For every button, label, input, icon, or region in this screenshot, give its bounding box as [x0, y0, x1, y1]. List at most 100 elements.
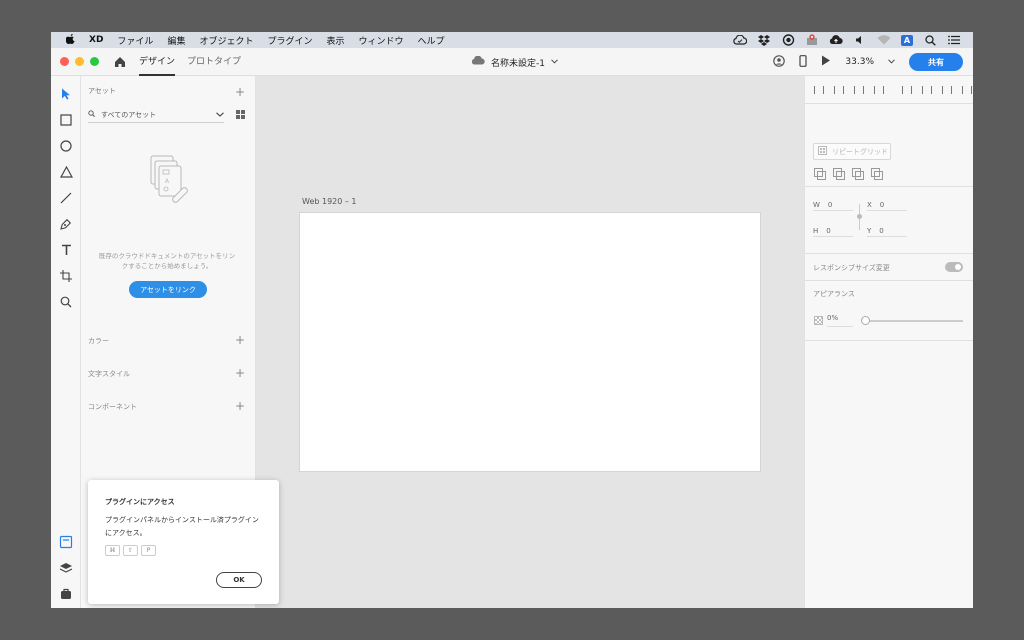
align-right-icon[interactable] [941, 85, 952, 95]
add-boolean-icon[interactable] [814, 168, 826, 180]
divider [805, 280, 973, 281]
add-character-style-icon[interactable]: + [235, 367, 245, 379]
cloud-upload-icon[interactable] [829, 34, 843, 46]
align-center-icon[interactable] [921, 85, 932, 95]
minimize-window-button[interactable] [75, 57, 84, 66]
align-middle-icon[interactable] [833, 85, 844, 95]
asset-filter[interactable]: すべてのアセット [88, 107, 224, 123]
zoom-tool-icon[interactable] [58, 294, 74, 310]
menu-edit[interactable]: 編集 [167, 34, 185, 47]
intersect-boolean-icon[interactable] [852, 168, 864, 180]
assets-empty-message: 既存のクラウドドキュメントのアセットをリンクすることから始めましょう。 [98, 252, 236, 270]
control-center-icon[interactable] [947, 34, 961, 46]
align-top-icon[interactable] [813, 85, 824, 95]
share-button[interactable]: 共有 [909, 53, 963, 71]
line-tool-icon[interactable] [58, 190, 74, 206]
width-field[interactable]: W 0 [813, 199, 853, 211]
assets-panel-icon[interactable] [59, 534, 73, 549]
opacity-slider-track[interactable] [863, 320, 963, 322]
height-field[interactable]: H 0 [813, 225, 853, 237]
shift-key: ⇧ [123, 545, 138, 556]
height-value[interactable]: 0 [826, 227, 830, 235]
x-field[interactable]: X 0 [867, 199, 907, 211]
input-source-icon[interactable]: A [901, 34, 913, 46]
close-window-button[interactable] [60, 57, 69, 66]
exclude-boolean-icon[interactable] [871, 168, 883, 180]
distribute-horizontal-icon[interactable] [961, 85, 972, 95]
x-value[interactable]: 0 [880, 201, 884, 209]
add-component-icon[interactable]: + [235, 400, 245, 412]
y-field[interactable]: Y 0 [867, 225, 907, 237]
menu-app-name[interactable]: XD [89, 35, 103, 45]
y-label: Y [867, 226, 872, 235]
assets-header: アセット [88, 87, 116, 95]
align-bottom-icon[interactable] [853, 85, 864, 95]
polygon-tool-icon[interactable] [58, 164, 74, 180]
menu-plugins[interactable]: プラグイン [267, 34, 312, 47]
menu-file[interactable]: ファイル [117, 34, 153, 47]
width-value[interactable]: 0 [828, 201, 832, 209]
align-left-icon[interactable] [901, 85, 912, 95]
add-asset-icon[interactable]: + [235, 86, 245, 98]
zoom-window-button[interactable] [90, 57, 99, 66]
device-preview-icon[interactable] [799, 54, 808, 70]
coediting-user-icon[interactable] [773, 54, 786, 70]
home-icon[interactable] [113, 55, 127, 69]
y-value[interactable]: 0 [879, 227, 883, 235]
p-key: P [141, 545, 156, 556]
distribute-vertical-icon[interactable] [873, 85, 884, 95]
menu-view[interactable]: 表示 [326, 34, 344, 47]
zoom-chevron-icon[interactable] [888, 57, 895, 67]
apple-icon[interactable] [64, 33, 75, 47]
property-inspector: リピートグリッド W 0 H 0 X 0 Y 0 レスポンシブサイズ変更 アピア… [804, 76, 973, 608]
artboard-tool-icon[interactable] [58, 268, 74, 284]
ellipse-tool-icon[interactable] [58, 138, 74, 154]
alert-icon[interactable] [805, 34, 819, 46]
grid-view-icon[interactable] [236, 110, 245, 119]
zoom-level[interactable]: 33.3% [845, 57, 874, 67]
artboard-label[interactable]: Web 1920 – 1 [302, 197, 357, 206]
play-preview-icon[interactable] [821, 55, 831, 69]
plugins-panel-icon[interactable] [59, 586, 73, 600]
title-bar: デザイン プロトタイプ 名称未設定-1 33.3% 共有 [51, 48, 973, 76]
add-color-icon[interactable]: + [235, 334, 245, 346]
tab-design[interactable]: デザイン [139, 48, 176, 76]
shortcut-keys: ⌘ ⇧ P [105, 545, 156, 556]
opacity-slider-handle[interactable] [861, 316, 870, 325]
text-tool-icon[interactable] [58, 242, 74, 258]
height-label: H [813, 226, 819, 235]
responsive-resize-label: レスポンシブサイズ変更 [813, 264, 890, 272]
subtract-boolean-icon[interactable] [833, 168, 845, 180]
xd-window: XD ファイル 編集 オブジェクト プラグイン 表示 ウィンドウ ヘルプ A デ… [51, 32, 973, 608]
search-icon [88, 110, 95, 119]
wifi-icon[interactable] [877, 34, 891, 46]
ok-button[interactable]: OK [216, 572, 262, 588]
asset-filter-label: すべてのアセット [101, 110, 157, 119]
menu-object[interactable]: オブジェクト [199, 34, 253, 47]
rectangle-tool-icon[interactable] [58, 112, 74, 128]
aspect-lock-icon[interactable] [857, 214, 862, 219]
creative-cloud-icon[interactable] [733, 34, 747, 46]
pen-tool-icon[interactable] [58, 216, 74, 232]
layers-panel-icon[interactable] [59, 560, 73, 574]
tab-prototype[interactable]: プロトタイプ [187, 48, 241, 76]
opacity-field[interactable]: 0% [827, 314, 853, 327]
document-title[interactable]: 名称未設定-1 [471, 48, 558, 76]
dropbox-icon[interactable] [757, 34, 771, 46]
opacity-icon [814, 316, 823, 325]
responsive-resize-toggle[interactable] [945, 262, 963, 272]
divider [805, 186, 973, 187]
repeat-grid-button[interactable]: リピートグリッド [813, 143, 891, 160]
popup-title: プラグインにアクセス [105, 498, 175, 506]
link-assets-button[interactable]: アセットをリンク [129, 281, 207, 298]
spotlight-icon[interactable] [923, 34, 937, 46]
canvas[interactable]: Web 1920 – 1 [256, 76, 804, 608]
menu-window[interactable]: ウィンドウ [359, 34, 404, 47]
menu-help[interactable]: ヘルプ [418, 34, 445, 47]
select-tool-icon[interactable] [58, 86, 74, 102]
sync-icon[interactable] [781, 34, 795, 46]
volume-icon[interactable] [853, 34, 867, 46]
document-name: 名称未設定-1 [491, 58, 545, 69]
components-section-title: コンポーネント [88, 403, 137, 411]
artboard[interactable] [299, 212, 761, 472]
